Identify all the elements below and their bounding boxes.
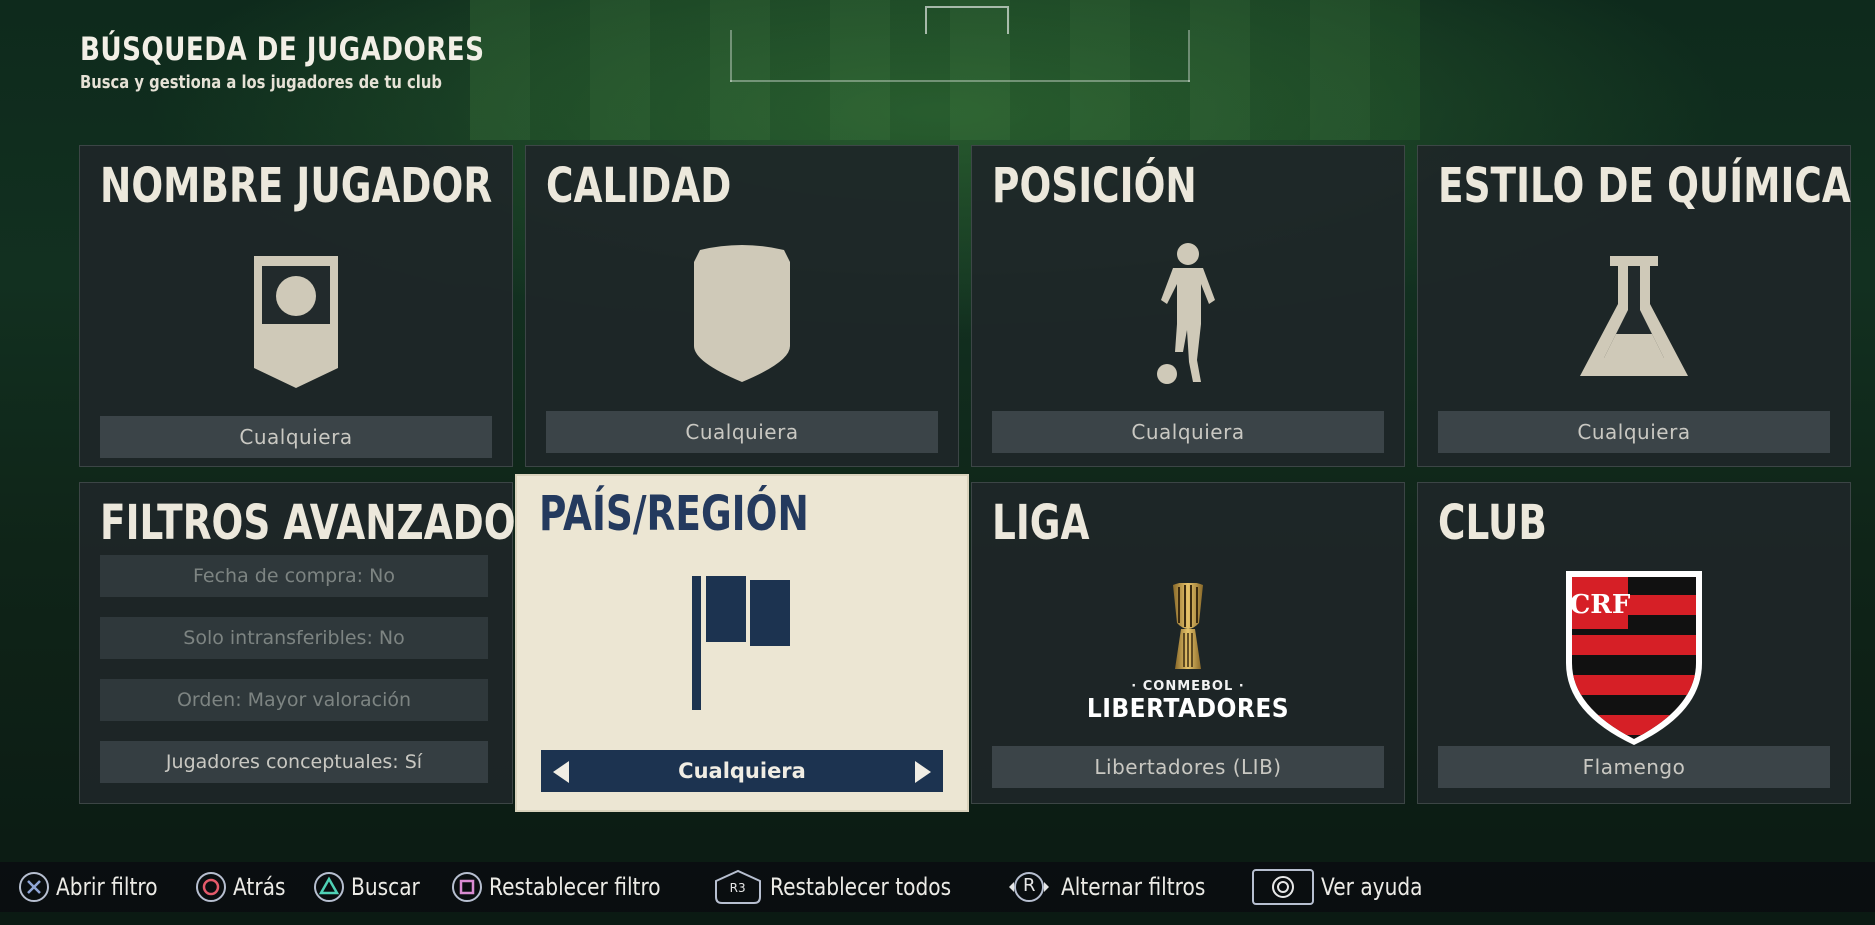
trophy-icon	[1173, 582, 1203, 669]
advanced-row-sort-order[interactable]: Orden: Mayor valoración	[100, 679, 488, 721]
hint-help[interactable]: Ver ayuda	[1251, 868, 1442, 906]
hint-reset-all[interactable]: R3 Restablecer todos	[712, 867, 986, 907]
arrow-left-icon[interactable]	[553, 761, 569, 783]
player-silhouette-icon	[972, 240, 1404, 386]
tile-league[interactable]: LIGA · CONMEBOL · LIBERTADORES Libertado…	[971, 482, 1405, 804]
arrow-right-icon[interactable]	[915, 761, 931, 783]
tile-title: LIGA	[992, 495, 1090, 551]
logo-big-text: LIBERTADORES	[1086, 694, 1290, 724]
club-value: Flamengo	[1438, 746, 1830, 788]
logo-small-text: · CONMEBOL ·	[1131, 679, 1245, 694]
league-value: Libertadores (LIB)	[992, 746, 1384, 788]
advanced-row-purchase-date[interactable]: Fecha de compra: No	[100, 555, 488, 597]
hint-label: Buscar	[351, 873, 421, 901]
chemistry-value: Cualquiera	[1438, 411, 1830, 453]
tile-advanced-filters[interactable]: FILTROS AVANZADOS Fecha de compra: No So…	[79, 482, 543, 804]
quality-value: Cualquiera	[546, 411, 938, 453]
square-button-icon	[451, 871, 483, 903]
hint-reset-filter[interactable]: Restablecer filtro	[451, 871, 693, 903]
page-title: BÚSQUEDA DE JUGADORES	[80, 30, 485, 68]
tile-player-name[interactable]: NOMBRE JUGADOR Cualquiera	[79, 145, 513, 467]
r3-label: R3	[729, 881, 746, 895]
tile-title: FILTROS AVANZADOS	[100, 495, 543, 551]
controls-footer: Abrir filtro Atrás Buscar Restablecer fi…	[0, 862, 1875, 912]
libertadores-logo: · CONMEBOL · LIBERTADORES	[972, 582, 1404, 724]
hint-label: Ver ayuda	[1321, 873, 1423, 901]
page-subtitle: Busca y gestiona a los jugadores de tu c…	[80, 72, 442, 93]
hint-label: Restablecer todos	[769, 873, 951, 901]
player-name-value: Cualquiera	[100, 416, 492, 458]
tile-title: PAÍS/REGIÓN	[539, 486, 809, 542]
tile-position[interactable]: POSICIÓN Cualquiera	[971, 145, 1405, 467]
tile-title: ESTILO DE QUÍMICA	[1438, 158, 1851, 214]
crest-monogram: CRF	[1570, 590, 1631, 620]
cross-button-icon	[18, 871, 50, 903]
hint-search[interactable]: Buscar	[313, 871, 433, 903]
tile-quality[interactable]: CALIDAD Cualquiera	[525, 145, 959, 467]
hint-label: Alternar filtros	[1061, 873, 1206, 901]
tile-club[interactable]: CLUB CRF Flamengo	[1417, 482, 1851, 804]
country-value: Cualquiera	[678, 759, 806, 783]
shield-badge-icon	[526, 242, 958, 386]
hint-label: Restablecer filtro	[489, 873, 661, 901]
tile-title: POSICIÓN	[992, 158, 1197, 214]
hint-label: Abrir filtro	[56, 873, 158, 901]
hint-back[interactable]: Atrás	[195, 871, 295, 903]
r-label: R	[1023, 875, 1036, 896]
tile-title: CLUB	[1438, 495, 1547, 551]
page-header: BÚSQUEDA DE JUGADORES Busca y gestiona a…	[80, 30, 573, 93]
right-stick-icon: R	[1003, 869, 1055, 905]
player-card-icon	[80, 252, 512, 392]
flag-icon	[517, 576, 967, 712]
hint-toggle-filters[interactable]: R Alternar filtros	[1003, 869, 1233, 905]
flask-icon	[1418, 254, 1850, 382]
tile-country-region[interactable]: PAÍS/REGIÓN Cualquiera	[517, 476, 967, 810]
pitch-background	[470, 0, 1420, 140]
touchpad-button-icon	[1251, 868, 1315, 906]
flamengo-crest: CRF	[1418, 567, 1850, 745]
triangle-button-icon	[313, 871, 345, 903]
country-selector[interactable]: Cualquiera	[541, 750, 943, 792]
tile-title: CALIDAD	[546, 158, 732, 214]
hint-open-filter[interactable]: Abrir filtro	[18, 871, 177, 903]
circle-button-icon	[195, 871, 227, 903]
tile-title: NOMBRE JUGADOR	[100, 158, 493, 214]
hint-label: Atrás	[232, 873, 286, 901]
tile-chemistry-style[interactable]: ESTILO DE QUÍMICA Cualquiera	[1417, 145, 1851, 467]
advanced-row-untradeable[interactable]: Solo intransferibles: No	[100, 617, 488, 659]
position-value: Cualquiera	[992, 411, 1384, 453]
r3-button-icon: R3	[712, 867, 764, 907]
advanced-row-concept-players[interactable]: Jugadores conceptuales: Sí	[100, 741, 488, 783]
